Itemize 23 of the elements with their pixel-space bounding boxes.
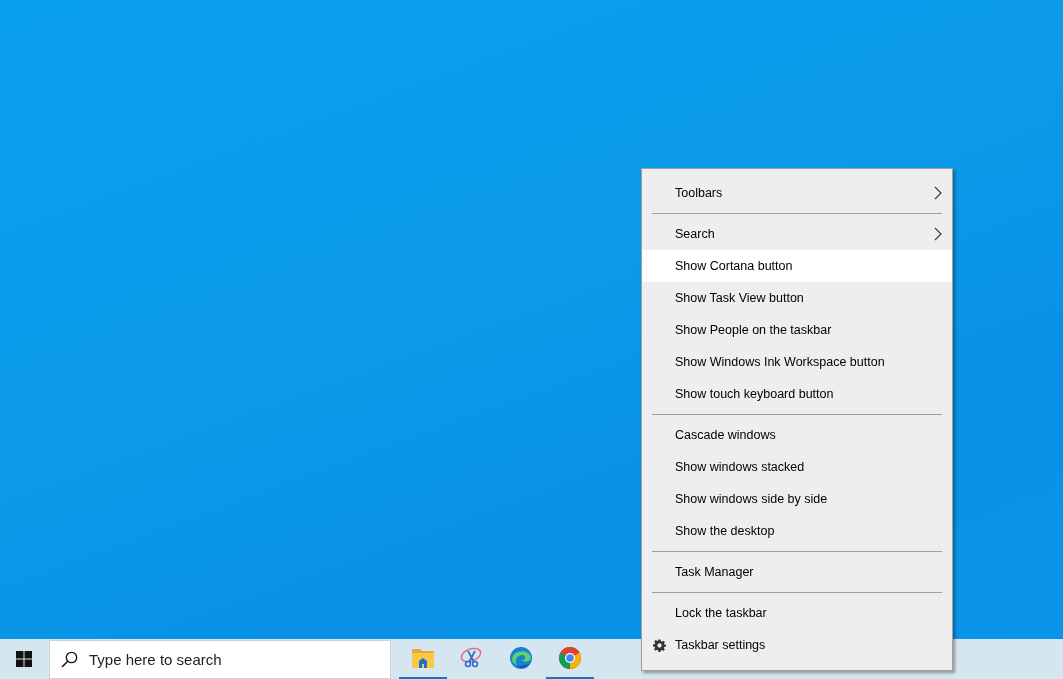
menu-item[interactable]: Cascade windows bbox=[642, 419, 952, 451]
windows-logo-icon bbox=[16, 651, 32, 667]
menu-item[interactable]: Show windows side by side bbox=[642, 483, 952, 515]
browser-icon bbox=[509, 646, 533, 670]
menu-item[interactable]: Show touch keyboard button bbox=[642, 378, 952, 410]
menu-item[interactable]: Lock the taskbar bbox=[642, 597, 952, 629]
menu-item[interactable]: Show the desktop bbox=[642, 515, 952, 547]
browser-icon bbox=[558, 646, 582, 670]
menu-item[interactable]: Toolbars bbox=[642, 177, 952, 209]
chevron-right-icon bbox=[934, 186, 942, 200]
menu-item[interactable]: Show People on the taskbar bbox=[642, 314, 952, 346]
chevron-right-icon bbox=[934, 227, 942, 241]
search-field[interactable]: Type here to search bbox=[49, 640, 391, 679]
menu-item[interactable]: Show Task View button bbox=[642, 282, 952, 314]
menu-item[interactable]: Show Cortana button bbox=[642, 250, 952, 282]
menu-item[interactable]: Show windows stacked bbox=[642, 451, 952, 483]
search-icon bbox=[61, 651, 78, 668]
menu-item[interactable]: Show Windows Ink Workspace button bbox=[642, 346, 952, 378]
menu-item[interactable]: Task Manager bbox=[642, 556, 952, 588]
menu-item[interactable]: Search bbox=[642, 218, 952, 250]
settings-icon bbox=[653, 639, 666, 652]
menu-item[interactable]: Taskbar settings bbox=[642, 629, 952, 661]
folder-icon bbox=[411, 647, 435, 669]
